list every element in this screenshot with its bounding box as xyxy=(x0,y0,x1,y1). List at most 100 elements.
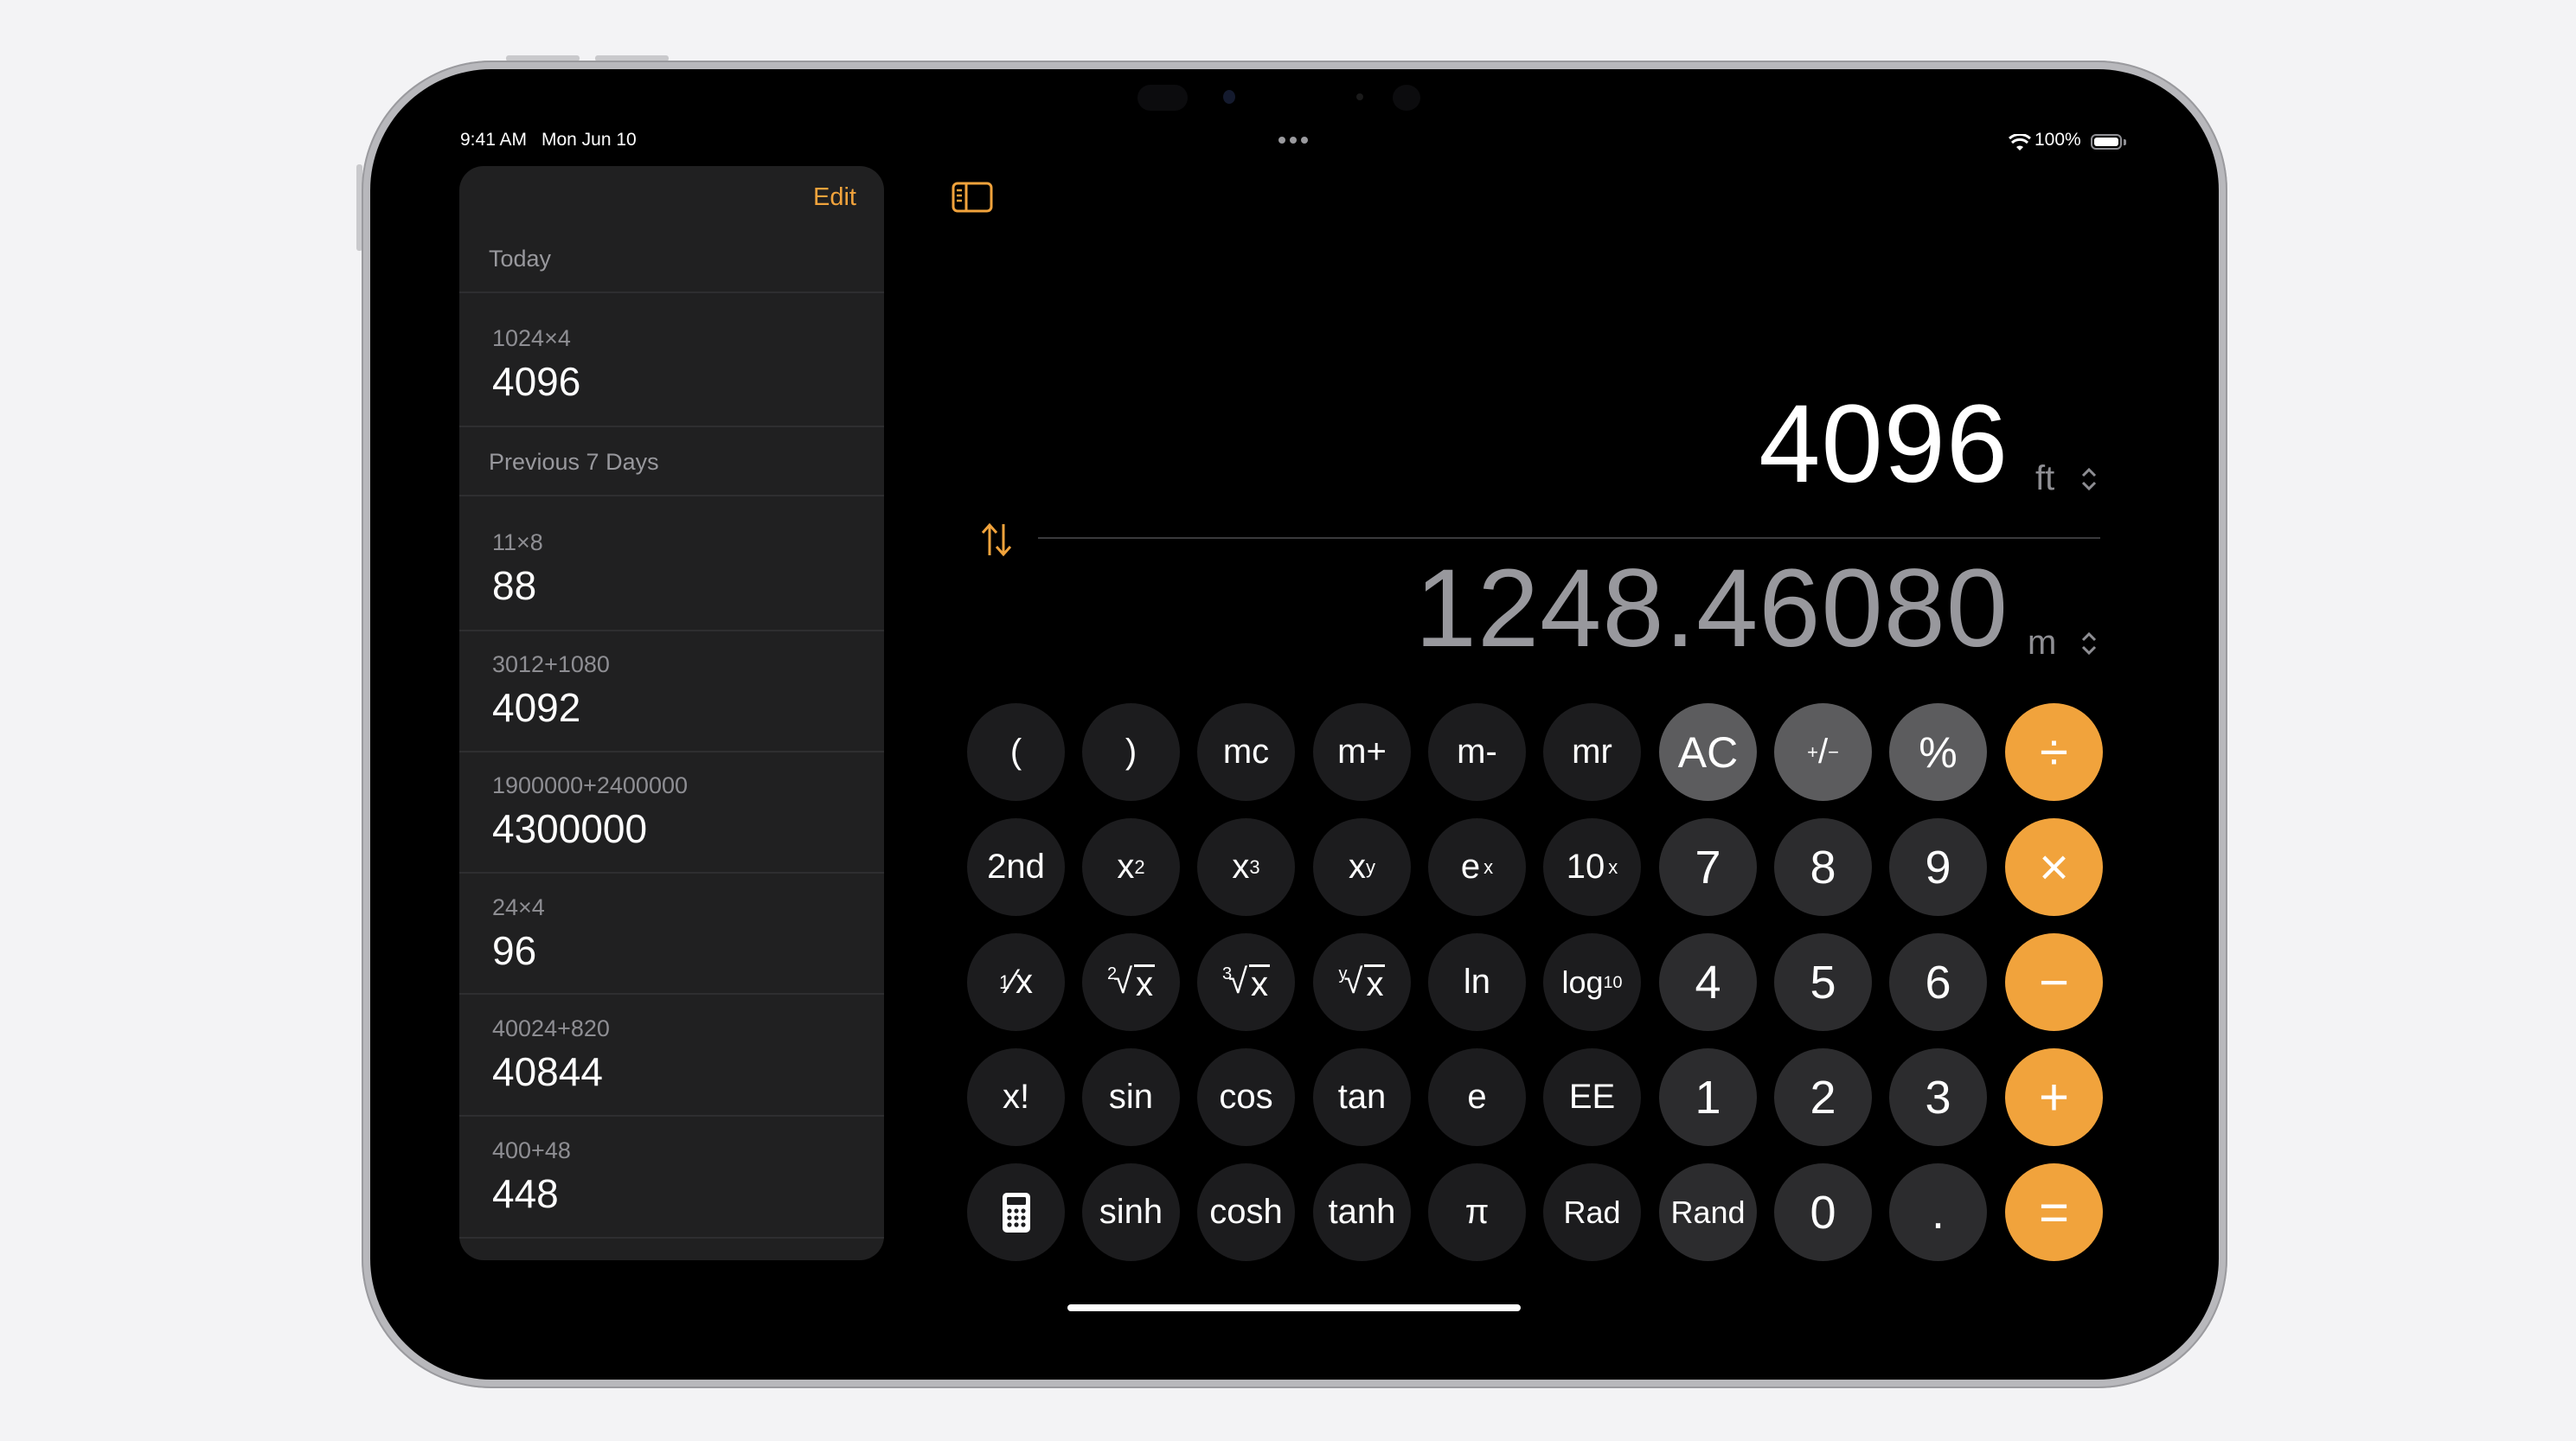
sin-button[interactable]: sin xyxy=(1082,1048,1180,1146)
divider xyxy=(459,630,884,631)
key-label: √ xyxy=(1113,963,1133,1001)
digit-5-button[interactable]: 5 xyxy=(1774,933,1872,1031)
random-button[interactable]: Rand xyxy=(1659,1163,1757,1261)
key-label: ln xyxy=(1463,963,1491,1001)
second-function-button[interactable]: 2nd xyxy=(967,818,1065,916)
memory-subtract-button[interactable]: m- xyxy=(1428,703,1526,801)
exponent-ee-button[interactable]: EE xyxy=(1543,1048,1641,1146)
input-unit[interactable]: ft xyxy=(2035,459,2054,498)
history-result: 4300000 xyxy=(492,806,648,851)
decimal-button[interactable]: . xyxy=(1889,1163,1987,1261)
pi-button[interactable]: π xyxy=(1428,1163,1526,1261)
digit-7-button[interactable]: 7 xyxy=(1659,818,1757,916)
digit-6-button[interactable]: 6 xyxy=(1889,933,1987,1031)
history-result: 88 xyxy=(492,563,537,608)
digit-9-button[interactable]: 9 xyxy=(1889,818,1987,916)
key-label: 0 xyxy=(1810,1186,1836,1239)
history-expression: 1900000+2400000 xyxy=(492,772,688,798)
calculator-mode-button[interactable] xyxy=(967,1163,1065,1261)
digit-1-button[interactable]: 1 xyxy=(1659,1048,1757,1146)
key-label: EE xyxy=(1568,1078,1616,1116)
reciprocal-button[interactable]: 1 ⁄ x xyxy=(967,933,1065,1031)
key-label: ) xyxy=(1125,733,1137,771)
home-indicator[interactable] xyxy=(1067,1304,1521,1311)
add-button[interactable]: + xyxy=(2005,1048,2103,1146)
subtract-button[interactable]: − xyxy=(2005,933,2103,1031)
natural-log-button[interactable]: ln xyxy=(1428,933,1526,1031)
cube-button[interactable]: x3 xyxy=(1197,818,1295,916)
factorial-button[interactable]: x! xyxy=(967,1048,1065,1146)
key-label: √ xyxy=(1228,963,1248,1001)
radians-toggle-button[interactable]: Rad xyxy=(1543,1163,1641,1261)
digit-0-button[interactable]: 0 xyxy=(1774,1163,1872,1261)
power-button[interactable]: xy xyxy=(1313,818,1411,916)
exp-button[interactable]: ex xyxy=(1428,818,1526,916)
key-label: ÷ xyxy=(2040,723,2068,781)
equals-button[interactable]: = xyxy=(2005,1163,2103,1261)
key-label: 2 xyxy=(1810,1071,1836,1124)
digit-4-button[interactable]: 4 xyxy=(1659,933,1757,1031)
ten-power-button[interactable]: 10 x xyxy=(1543,818,1641,916)
tan-button[interactable]: tan xyxy=(1313,1048,1411,1146)
output-unit[interactable]: m xyxy=(2028,624,2056,663)
edit-button[interactable]: Edit xyxy=(813,183,856,212)
plus-minus-button[interactable]: + / − xyxy=(1774,703,1872,801)
sinh-button[interactable]: sinh xyxy=(1082,1163,1180,1261)
key-label: AC xyxy=(1677,727,1739,777)
calculator-icon xyxy=(1002,1192,1030,1233)
close-paren-button[interactable]: ) xyxy=(1082,703,1180,801)
key-label: m+ xyxy=(1337,733,1387,771)
memory-add-button[interactable]: m+ xyxy=(1313,703,1411,801)
divider xyxy=(459,993,884,995)
memory-recall-button[interactable]: mr xyxy=(1543,703,1641,801)
digit-3-button[interactable]: 3 xyxy=(1889,1048,1987,1146)
cosh-button[interactable]: cosh xyxy=(1197,1163,1295,1261)
nth-root-button[interactable]: y √ x xyxy=(1313,933,1411,1031)
key-label: sinh xyxy=(1099,1193,1163,1231)
key-label: + xyxy=(2038,1068,2070,1126)
key-label: 10 xyxy=(1566,848,1605,886)
key-label: 1 xyxy=(1695,1071,1721,1124)
history-expression: 1024×4 xyxy=(492,325,571,351)
multiply-button[interactable]: × xyxy=(2005,818,2103,916)
history-expression: 24×4 xyxy=(492,894,545,920)
tanh-button[interactable]: tanh xyxy=(1313,1163,1411,1261)
percent-button[interactable]: % xyxy=(1889,703,1987,801)
key-label: x xyxy=(1015,963,1033,1001)
multitasking-dots[interactable] xyxy=(1278,137,1308,144)
battery-cap xyxy=(2124,139,2126,145)
square-root-button[interactable]: 2 √ x xyxy=(1082,933,1180,1031)
divide-button[interactable]: ÷ xyxy=(2005,703,2103,801)
cos-button[interactable]: cos xyxy=(1197,1048,1295,1146)
key-label: x xyxy=(1364,964,1386,1003)
square-button[interactable]: x2 xyxy=(1082,818,1180,916)
cube-root-button[interactable]: 3 √ x xyxy=(1197,933,1295,1031)
key-label: √ xyxy=(1343,963,1363,1001)
history-result: 4092 xyxy=(492,685,581,730)
key-label: 3 xyxy=(1925,1071,1951,1124)
key-label: − xyxy=(2038,953,2070,1011)
key-label: mr xyxy=(1572,733,1612,771)
log10-button[interactable]: log 10 xyxy=(1543,933,1641,1031)
swap-units-icon[interactable] xyxy=(979,521,1014,559)
root-symbol: 2 √ x xyxy=(1107,963,1156,1002)
unit-picker-chevron-icon[interactable] xyxy=(2079,628,2099,659)
all-clear-button[interactable]: AC xyxy=(1659,703,1757,801)
digit-2-button[interactable]: 2 xyxy=(1774,1048,1872,1146)
key-label: = xyxy=(2038,1183,2070,1241)
key-label: sin xyxy=(1108,1078,1154,1116)
display-divider xyxy=(1038,537,2100,539)
unit-picker-chevron-icon[interactable] xyxy=(2079,464,2099,495)
euler-constant-button[interactable]: e xyxy=(1428,1048,1526,1146)
key-label: Rand xyxy=(1670,1194,1746,1230)
open-paren-button[interactable]: ( xyxy=(967,703,1065,801)
root-symbol: y √ x xyxy=(1339,963,1386,1002)
key-label: π xyxy=(1464,1193,1490,1231)
status-date: Mon Jun 10 xyxy=(541,130,637,150)
sidebar-toggle-icon[interactable] xyxy=(952,182,993,213)
memory-clear-button[interactable]: mc xyxy=(1197,703,1295,801)
history-expression: 400+48 xyxy=(492,1137,571,1163)
digit-8-button[interactable]: 8 xyxy=(1774,818,1872,916)
key-label: x xyxy=(1117,848,1135,886)
key-label: Rad xyxy=(1563,1194,1621,1230)
